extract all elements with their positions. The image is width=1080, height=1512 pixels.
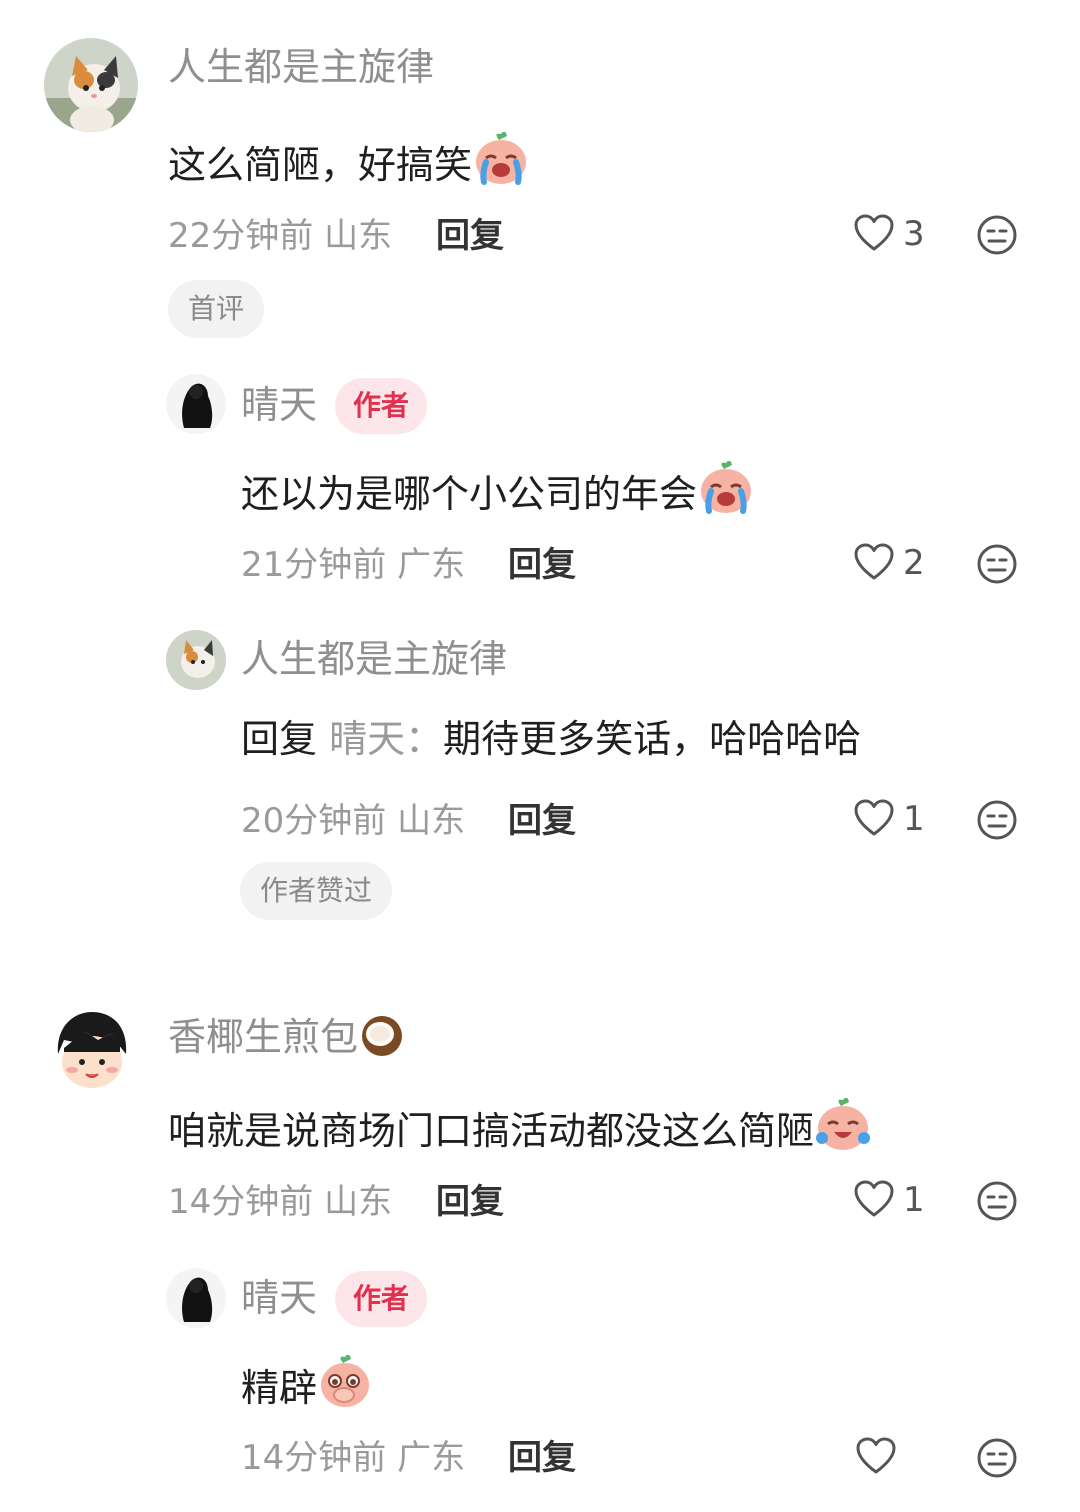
comment-text: 这么简陋，好搞笑 [168, 131, 530, 195]
laugh-tears-emoji [814, 1097, 872, 1161]
comment-region: 山东 [397, 801, 466, 841]
first-comment-tag: 首评 [168, 280, 265, 338]
heart-icon[interactable] [854, 799, 894, 837]
author-badge: 作者 [335, 378, 428, 434]
comment-text-content: 期待更多笑话，哈哈哈哈 [443, 717, 862, 761]
dislike-icon[interactable] [976, 1180, 1018, 1222]
author-liked-tag: 作者赞过 [240, 862, 393, 920]
avatar[interactable] [166, 630, 226, 690]
comment-text-content: 还以为是哪个小公司的年会 [241, 472, 698, 516]
comment-time-region: 14分钟前 广东 [241, 1438, 465, 1478]
comment-time: 21分钟前 [241, 545, 387, 585]
comment-text-content: 这么简陋，好搞笑 [168, 143, 473, 187]
user-name-text: 香椰生煎包 [168, 1015, 359, 1059]
user-name[interactable]: 晴天 [241, 1276, 317, 1320]
coconut-emoji [358, 1012, 406, 1067]
avatar[interactable] [44, 38, 138, 132]
comment-time-region: 20分钟前 山东 [241, 801, 465, 841]
reply-button[interactable]: 回复 [436, 216, 504, 256]
comment-text: 回复 晴天：期待更多笑话，哈哈哈哈 [241, 717, 861, 761]
like-count: 1 [903, 799, 925, 839]
user-name[interactable]: 香椰生煎包 [168, 1012, 406, 1067]
comment-time-region: 14分钟前 山东 [168, 1182, 392, 1222]
comment-region: 广东 [397, 1438, 466, 1478]
like-count: 3 [903, 214, 925, 254]
user-name[interactable]: 人生都是主旋律 [241, 637, 507, 681]
reply-prefix: 回复 [241, 717, 318, 761]
like-count: 1 [903, 1180, 925, 1220]
cry-laugh-emoji [697, 460, 755, 524]
heart-icon[interactable] [854, 543, 894, 581]
dislike-icon[interactable] [976, 214, 1018, 256]
comment-time: 22分钟前 [168, 216, 314, 256]
dislike-icon[interactable] [976, 543, 1018, 585]
comment-region: 山东 [324, 1182, 393, 1222]
comment-text-content: 精辟 [241, 1366, 318, 1410]
comment-time: 20分钟前 [241, 801, 387, 841]
cover-mouth-emoji [317, 1354, 373, 1418]
comment-time: 14分钟前 [241, 1438, 387, 1478]
heart-icon[interactable] [856, 1437, 896, 1475]
heart-icon[interactable] [854, 214, 894, 252]
reply-button[interactable]: 回复 [436, 1182, 504, 1222]
cry-laugh-emoji [472, 131, 530, 195]
user-name[interactable]: 人生都是主旋律 [168, 45, 434, 89]
heart-icon[interactable] [854, 1180, 894, 1218]
avatar[interactable] [44, 1004, 138, 1098]
dislike-icon[interactable] [976, 799, 1018, 841]
comment-region: 广东 [397, 545, 466, 585]
user-name[interactable]: 晴天 [241, 383, 317, 427]
reply-button[interactable]: 回复 [508, 1438, 576, 1478]
comment-time-region: 21分钟前 广东 [241, 545, 465, 585]
mention[interactable]: 晴天： [329, 717, 443, 761]
comment-text: 咱就是说商场门口搞活动都没这么简陋 [168, 1097, 872, 1161]
comment-time: 14分钟前 [168, 1182, 314, 1222]
comment-text: 还以为是哪个小公司的年会 [241, 460, 755, 524]
comment-text: 精辟 [241, 1354, 373, 1418]
avatar[interactable] [166, 1268, 226, 1328]
dislike-icon[interactable] [976, 1437, 1018, 1479]
comment-region: 山东 [324, 216, 393, 256]
avatar[interactable] [166, 374, 226, 434]
reply-button[interactable]: 回复 [508, 545, 576, 585]
author-badge: 作者 [335, 1271, 428, 1327]
comment-time-region: 22分钟前 山东 [168, 216, 392, 256]
reply-button[interactable]: 回复 [508, 801, 576, 841]
like-count: 2 [903, 543, 925, 583]
comment-text-content: 咱就是说商场门口搞活动都没这么简陋 [168, 1109, 815, 1153]
